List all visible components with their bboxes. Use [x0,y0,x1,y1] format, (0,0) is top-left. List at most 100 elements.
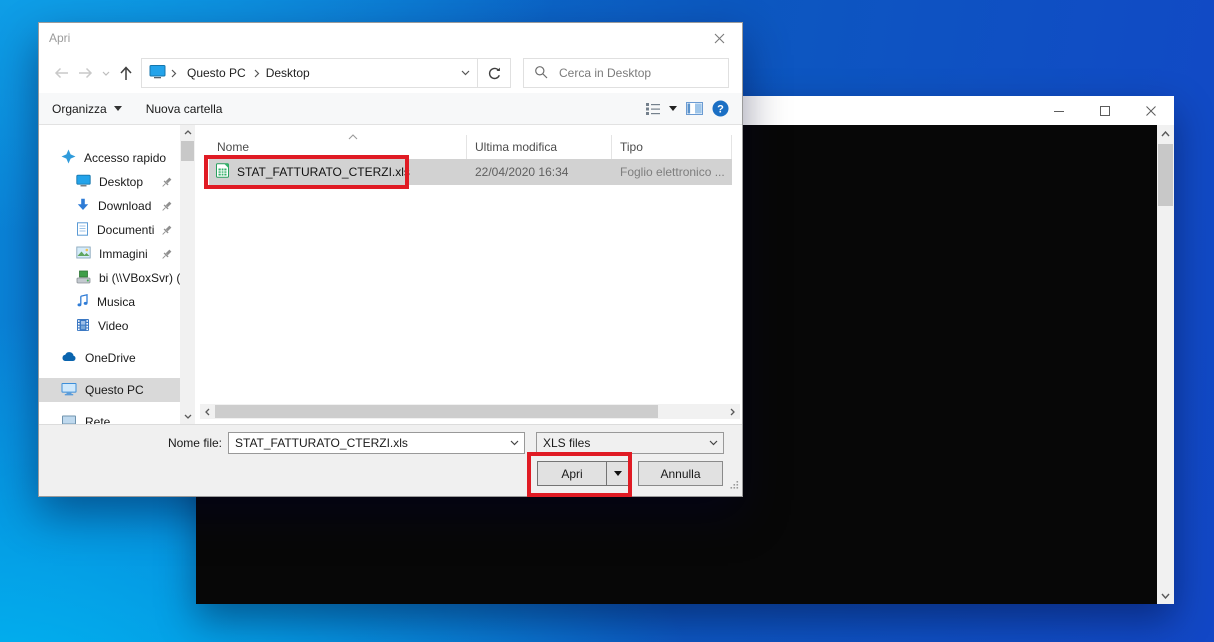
sidebar-item-onedrive[interactable]: OneDrive [39,346,180,370]
sidebar-item-label: Desktop [99,175,143,189]
column-header-filler [732,135,742,159]
desktop-monitor-icon [76,174,91,191]
search-placeholder: Cerca in Desktop [559,66,651,80]
resize-grip-icon[interactable] [729,479,739,493]
sidebar-scrollbar[interactable] [180,125,195,424]
dialog-footer: Nome file: STAT_FATTURATO_CTERZI.xls XLS… [39,424,742,496]
recent-locations-chevron-icon[interactable] [98,60,113,86]
dialog-toolbar: Organizza Nuova cartella [39,93,742,125]
cancel-button[interactable]: Annulla [638,461,723,486]
scroll-down-icon[interactable] [1157,587,1174,604]
svg-text:?: ? [717,104,724,116]
filename-combobox[interactable]: STAT_FATTURATO_CTERZI.xls [228,432,525,454]
scroll-left-icon[interactable] [200,404,215,419]
address-bar[interactable]: Questo PC Desktop [141,58,478,88]
background-window-scrollbar[interactable] [1157,125,1174,604]
sidebar-item-label: Accesso rapido [84,151,166,165]
up-arrow-icon[interactable] [113,60,138,86]
file-list-horizontal-scrollbar[interactable] [200,404,740,419]
open-file-dialog: Apri [38,22,743,497]
sidebar-item-rete[interactable]: Rete [39,410,180,424]
desktop-background: Apri [0,0,1214,642]
breadcrumb-chevron-icon [171,69,177,78]
sidebar-item-accesso-rapido[interactable]: Accesso rapido [39,146,180,170]
sidebar-item-desktop[interactable]: Desktop [39,170,180,194]
sidebar-group-gap [39,370,180,378]
pin-icon [161,200,173,216]
dialog-main-area: Accesso rapido Desktop [39,125,742,424]
navigation-bar: Questo PC Desktop [39,53,742,93]
sidebar-item-label: Download [98,199,151,213]
forward-arrow-icon[interactable] [73,60,98,86]
dialog-titlebar: Apri [39,23,742,53]
download-arrow-icon [76,198,90,215]
close-icon[interactable] [1128,96,1174,125]
sidebar-item-musica[interactable]: Musica [39,290,180,314]
pictures-icon [76,246,91,262]
refresh-icon[interactable] [478,58,511,88]
pin-icon [161,248,173,264]
music-note-icon [76,294,89,311]
filename-value: STAT_FATTURATO_CTERZI.xls [229,436,504,450]
organize-button[interactable]: Organizza [52,102,122,116]
sidebar-item-questo-pc[interactable]: Questo PC [39,378,180,402]
excel-file-icon [215,163,230,181]
file-row-selected[interactable]: STAT_FATTURATO_CTERZI.xls 22/04/2020 16:… [209,159,732,185]
navigation-sidebar: Accesso rapido Desktop [39,125,180,424]
sidebar-item-download[interactable]: Download [39,194,180,218]
scrollbar-thumb[interactable] [1158,144,1173,206]
scrollbar-thumb[interactable] [215,405,658,418]
filename-label: Nome file: [39,436,222,450]
help-icon[interactable]: ? [712,100,729,117]
sidebar-item-immagini[interactable]: Immagini [39,242,180,266]
scroll-right-icon[interactable] [725,404,740,419]
scrollbar-thumb[interactable] [181,141,194,161]
chevron-down-icon[interactable] [703,433,723,453]
network-drive-icon [76,270,91,287]
sidebar-item-documenti[interactable]: Documenti [39,218,180,242]
sidebar-item-label: bi (\\VBoxSvr) (Z [99,271,180,285]
file-list-pane: Nome Ultima modifica Tipo [195,125,742,424]
file-name: STAT_FATTURATO_CTERZI.xls [237,165,410,179]
close-icon[interactable] [697,23,742,53]
sidebar-item-label: Video [98,319,128,333]
sidebar-group-gap [39,402,180,410]
open-button-dropdown[interactable] [606,462,628,485]
this-pc-monitor-icon [149,64,166,82]
sidebar-item-label: OneDrive [85,351,136,365]
breadcrumb-item-questo-pc[interactable]: Questo PC [181,66,254,80]
new-folder-button[interactable]: Nuova cartella [146,102,223,116]
filetype-value: XLS files [537,436,703,450]
sidebar-item-label: Musica [97,295,135,309]
quick-access-star-icon [61,149,76,167]
view-mode-icon[interactable] [646,103,660,115]
sidebar-item-label: Rete [85,415,110,424]
chevron-down-icon[interactable] [504,433,524,453]
scroll-down-icon[interactable] [180,409,195,424]
sidebar-item-label: Documenti [97,223,154,237]
breadcrumb-item-desktop[interactable]: Desktop [260,66,318,80]
column-header-ultima-modifica[interactable]: Ultima modifica [467,135,612,159]
search-input[interactable]: Cerca in Desktop [523,58,729,88]
filetype-combobox[interactable]: XLS files [536,432,724,454]
scroll-up-icon[interactable] [1157,125,1174,142]
column-header-tipo[interactable]: Tipo [612,135,732,159]
sidebar-item-network-drive[interactable]: bi (\\VBoxSvr) (Z [39,266,180,290]
preview-pane-icon[interactable] [686,102,703,115]
open-button-label[interactable]: Apri [538,462,606,485]
pin-icon [161,176,173,192]
back-arrow-icon[interactable] [48,60,73,86]
sidebar-item-video[interactable]: Video [39,314,180,338]
address-dropdown-chevron-icon[interactable] [453,59,477,87]
video-film-icon [76,318,90,335]
open-button[interactable]: Apri [537,461,629,486]
dialog-title: Apri [49,31,70,45]
file-type: Foglio elettronico ... [612,165,732,179]
view-mode-dropdown-icon[interactable] [669,106,677,111]
maximize-icon[interactable] [1082,96,1128,125]
organize-dropdown-icon [114,106,122,111]
minimize-icon[interactable] [1036,96,1082,125]
column-header-nome[interactable]: Nome [209,135,467,159]
scroll-up-icon[interactable] [180,125,195,140]
file-list-rows: STAT_FATTURATO_CTERZI.xls 22/04/2020 16:… [209,159,742,424]
